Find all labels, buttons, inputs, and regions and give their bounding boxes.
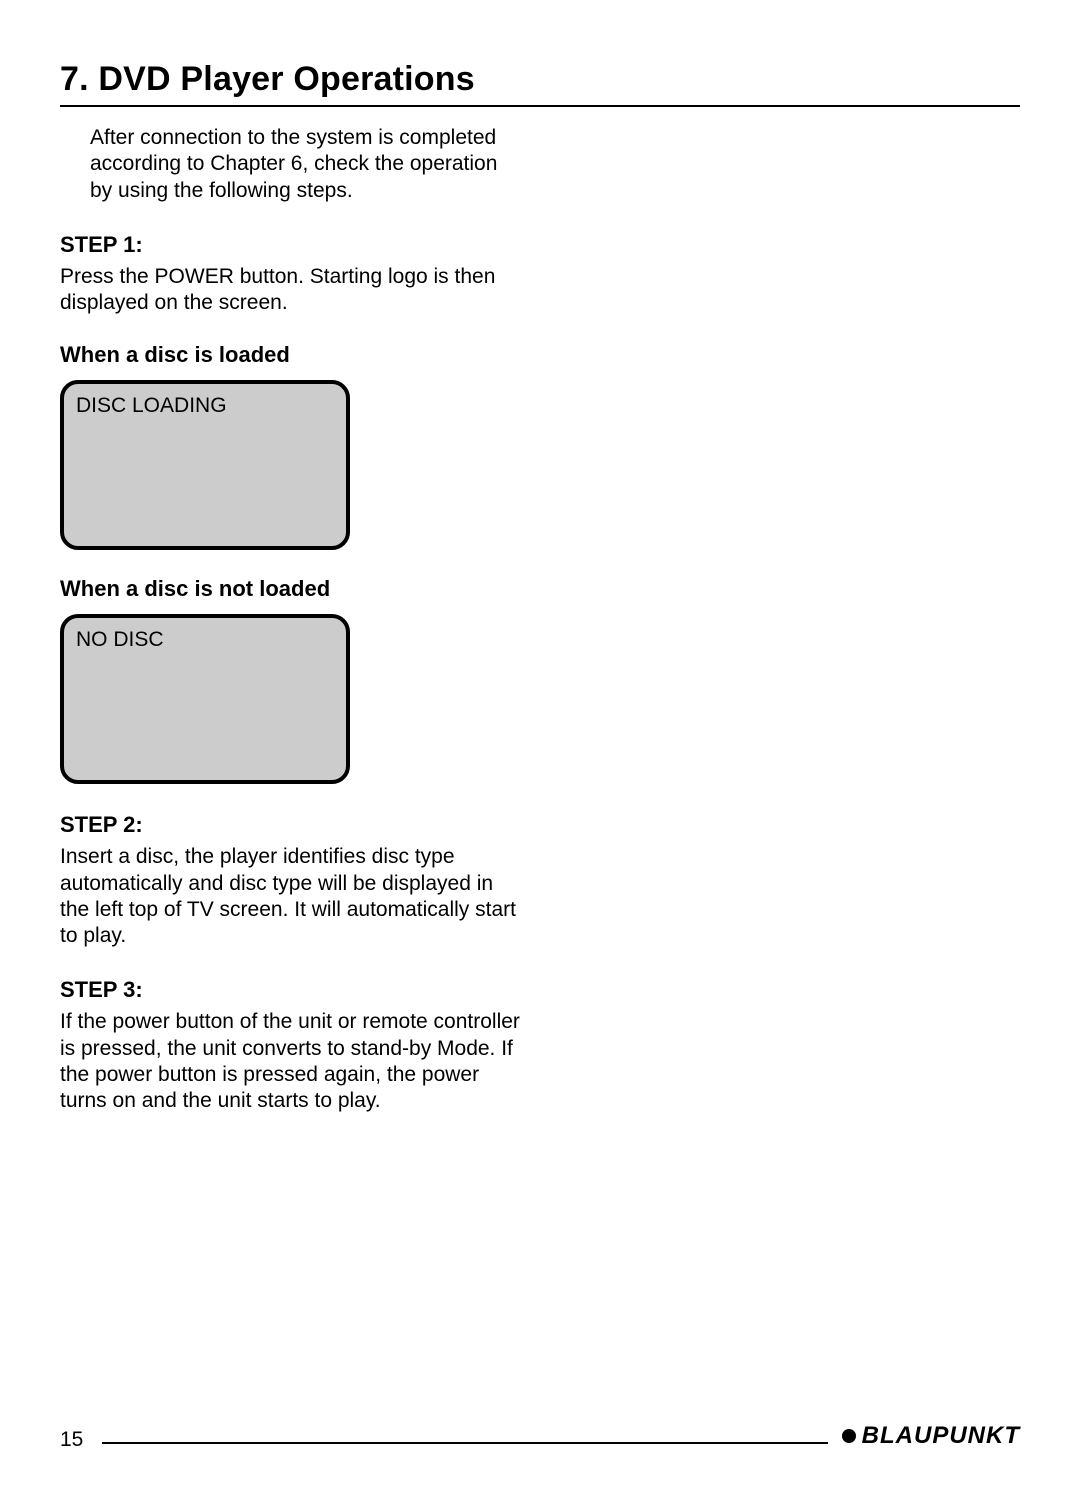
- page-number: 15: [60, 1428, 91, 1452]
- step-3-body: If the power button of the unit or remot…: [60, 1009, 520, 1114]
- brand-dot-icon: [842, 1429, 856, 1443]
- brand-logo: BLAUPUNKT: [828, 1422, 1020, 1450]
- step-3-heading: STEP 3:: [60, 977, 1020, 1003]
- disc-not-loaded-heading: When a disc is not loaded: [60, 576, 1020, 602]
- manual-page: 7. DVD Player Operations After connectio…: [0, 0, 1080, 1511]
- step-2-heading: STEP 2:: [60, 812, 1020, 838]
- disc-loaded-heading: When a disc is loaded: [60, 342, 1020, 368]
- screen-no-disc: NO DISC: [60, 614, 350, 784]
- screen-disc-loading-text: DISC LOADING: [76, 394, 227, 417]
- step-1-heading: STEP 1:: [60, 232, 1020, 258]
- step-2-body: Insert a disc, the player identifies dis…: [60, 844, 520, 949]
- screen-disc-loading: DISC LOADING: [60, 380, 350, 550]
- brand-name: BLAUPUNKT: [862, 1422, 1020, 1450]
- section-title: 7. DVD Player Operations: [60, 60, 1020, 99]
- screen-no-disc-text: NO DISC: [76, 628, 164, 651]
- title-rule: [60, 105, 1020, 107]
- page-footer: 15 BLAUPUNKT: [60, 1428, 1020, 1456]
- step-1-body: Press the POWER button. Starting logo is…: [60, 264, 520, 317]
- intro-paragraph: After connection to the system is comple…: [90, 125, 510, 204]
